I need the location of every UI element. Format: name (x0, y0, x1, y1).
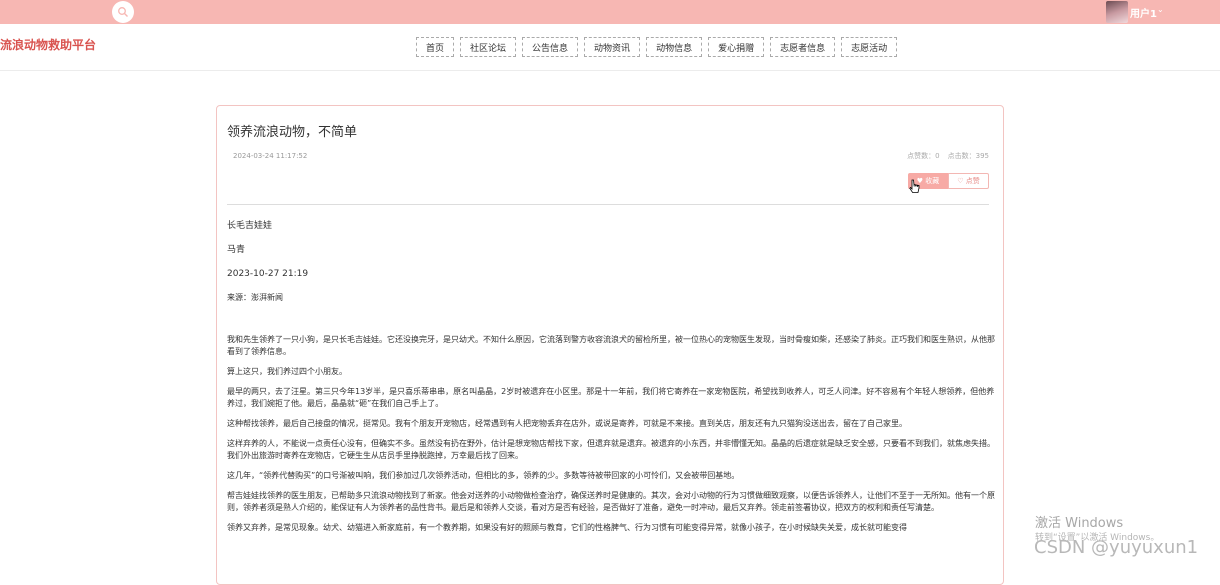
author-nick: 长毛吉娃娃 (227, 221, 273, 231)
nav-donation[interactable]: 爱心捐赠 (708, 37, 765, 57)
article-card: 领养流浪动物，不简单 2024-03-24 11:17:52 点赞数：0 点击数… (216, 105, 1004, 585)
article-date: 2024-03-24 11:17:52 (233, 152, 308, 160)
paragraph: 算上这只，我们养过四个小朋友。 (227, 367, 347, 376)
author-name: 马青 (227, 245, 246, 255)
publish-time: 2023-10-27 21:19 (227, 269, 309, 279)
view-count: 点击数：395 (947, 152, 989, 160)
nav-home[interactable]: 首页 (416, 37, 455, 57)
nav-volunteer-activity[interactable]: 志愿活动 (841, 37, 898, 57)
user-name[interactable]: 用户1 (1130, 5, 1157, 20)
like-count: 点赞数：0 (907, 152, 940, 160)
chevron-down-icon[interactable]: ⌄ (1157, 5, 1164, 14)
top-bar: 用户1 ⌄ (0, 0, 1220, 24)
divider (227, 204, 989, 205)
windows-activation-title: 激活 Windows (1035, 516, 1124, 531)
article-title: 领养流浪动物，不简单 (227, 125, 358, 140)
paragraph: 这种帮找领养，最后自己接盘的情况，挺常见。我有个朋友开宠物店，经常遇到有人把宠物… (227, 419, 907, 428)
paragraph: 领养又弃养，是常见现象。幼犬、幼猫进入新家庭前，有一个教养期，如果没有好的照顾与… (227, 523, 907, 532)
csdn-watermark: CSDN @yuyuxun1 (1034, 537, 1199, 558)
nav-volunteer-info[interactable]: 志愿者信息 (770, 37, 836, 57)
paragraph: 帮吉娃娃找领养的医生朋友，已帮助多只流浪动物找到了新家。他会对送养的小动物做检查… (227, 491, 995, 512)
search-button[interactable] (112, 1, 134, 23)
pointer-cursor-icon (909, 179, 921, 199)
header: 流浪动物救助平台 首页 社区论坛 公告信息 动物资讯 动物信息 爱心捐赠 志愿者… (0, 24, 1220, 71)
nav-forum[interactable]: 社区论坛 (460, 37, 517, 57)
article-content: 长毛吉娃娃 马青 2023-10-27 21:19 来源：澎湃新闻 我和先生领养… (227, 220, 995, 542)
paragraph: 最早的两只，去了汪星。第三只今年13岁半，是只喜乐蒂串串，原名叫晶晶，2岁时被遗… (227, 387, 995, 408)
nav-news[interactable]: 动物资讯 (584, 37, 641, 57)
site-logo[interactable]: 流浪动物救助平台 (0, 36, 96, 53)
paragraph: 这几年，“领养代替购买”的口号渐被叫响，我们参加过几次领养活动，但相比的多，领养… (227, 471, 740, 480)
nav-notice[interactable]: 公告信息 (522, 37, 579, 57)
main-nav: 首页 社区论坛 公告信息 动物资讯 动物信息 爱心捐赠 志愿者信息 志愿活动 (416, 37, 898, 57)
paragraph: 这样弃养的人，不能说一点责任心没有，但确实不多。虽然没有扔在野外，估计是想宠物店… (227, 439, 995, 460)
article-stats: 点赞数：0 点击数：395 (907, 151, 989, 161)
search-icon (118, 7, 128, 17)
avatar[interactable] (1106, 1, 1128, 23)
like-button[interactable]: ♡ 点赞 (948, 173, 989, 189)
paragraph: 我和先生领养了一只小狗，是只长毛吉娃娃。它还没换完牙，是只幼犬。不知什么原因，它… (227, 335, 995, 356)
nav-animal-info[interactable]: 动物信息 (646, 37, 703, 57)
article-source: 来源：澎湃新闻 (227, 293, 283, 302)
